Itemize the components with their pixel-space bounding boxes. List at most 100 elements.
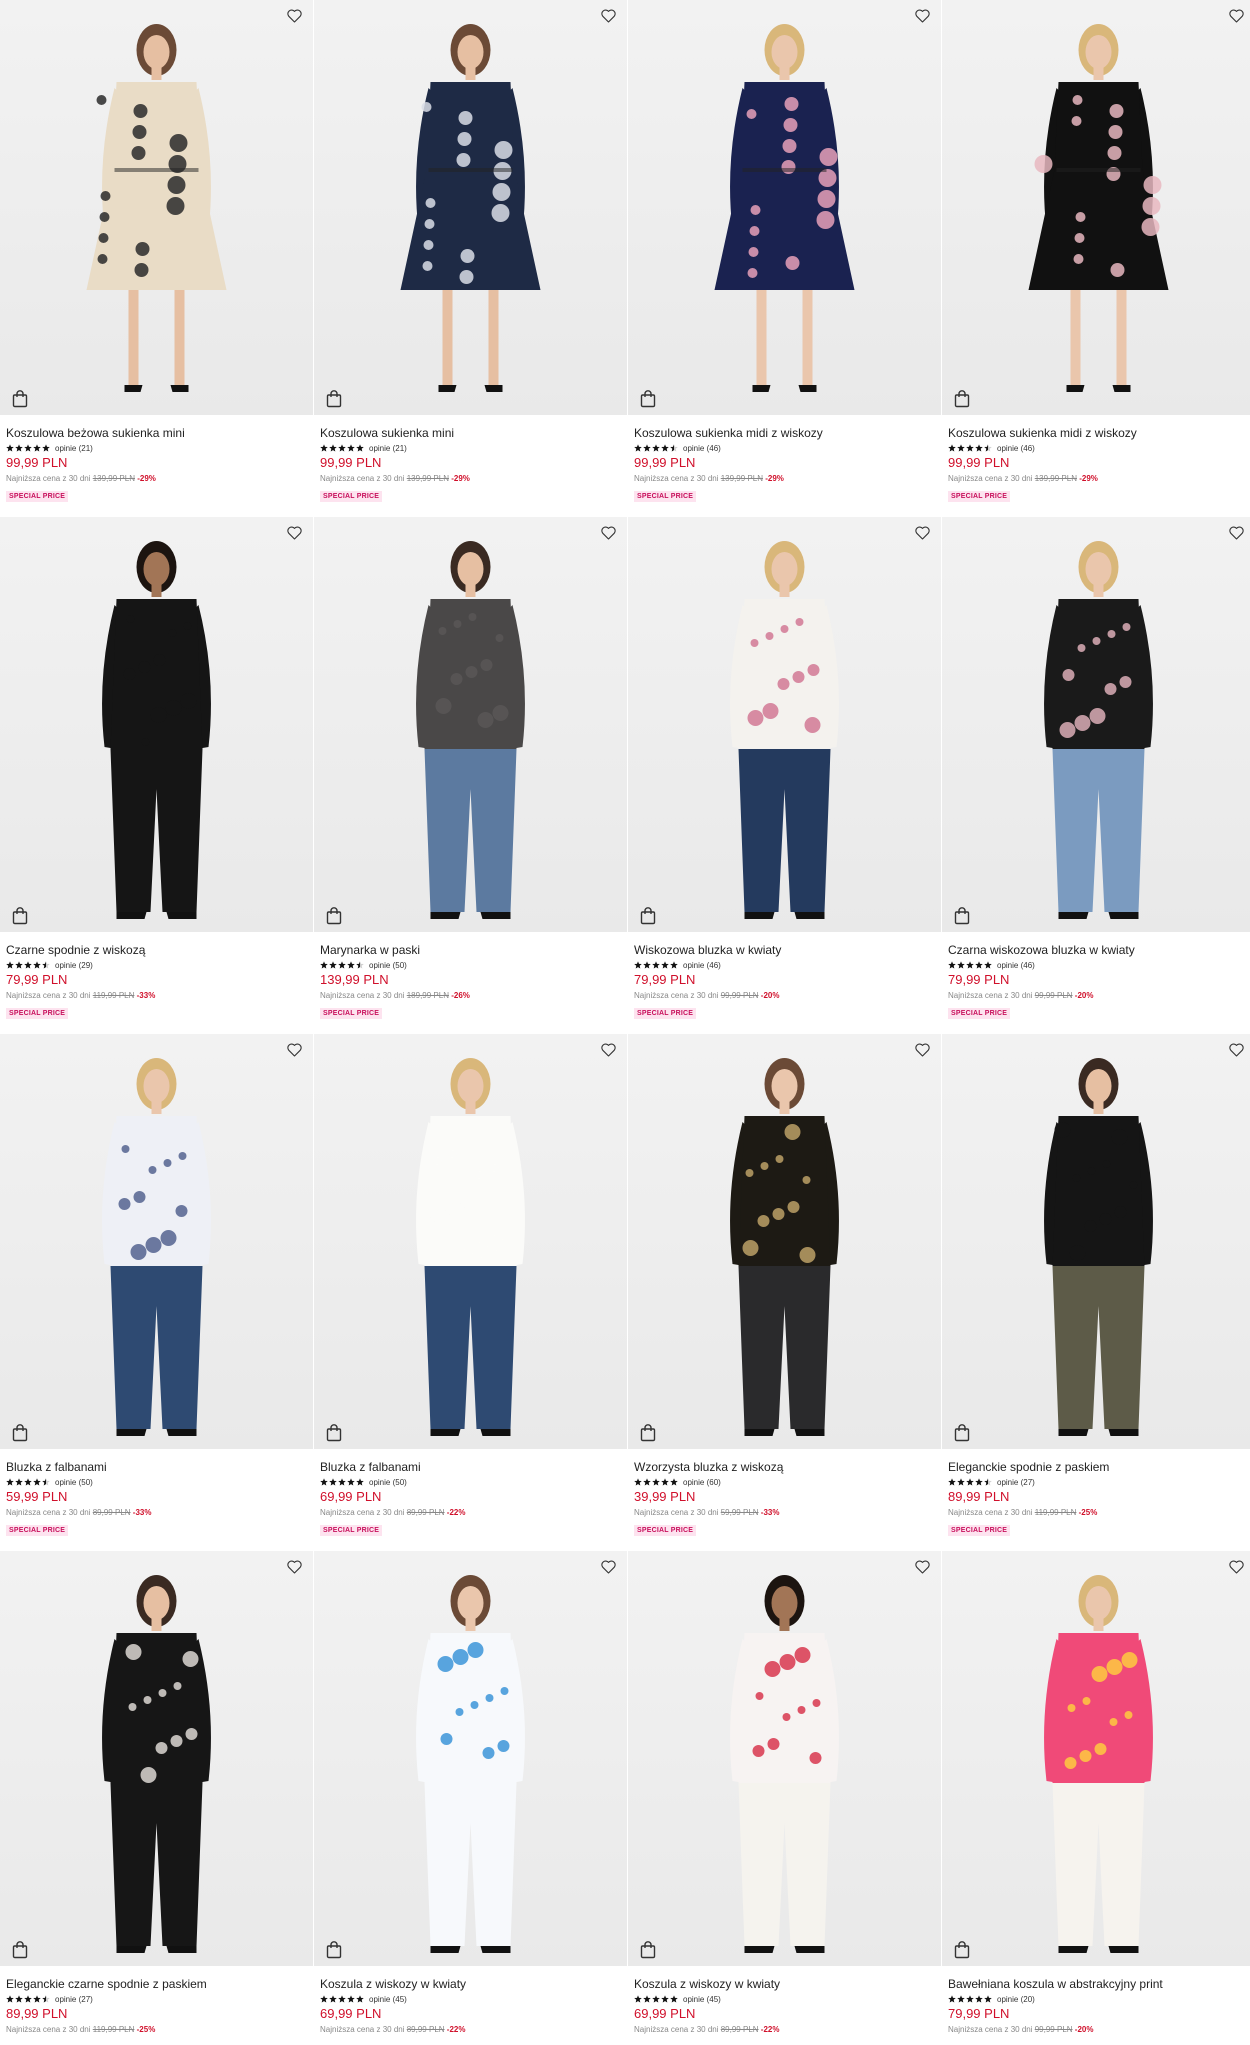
product-card[interactable]: Bluzka z falbanami opinie (50) 59,99 PLN… — [0, 1034, 313, 1551]
product-name[interactable]: Koszula z wiskozy w kwiaty — [634, 1977, 935, 1991]
shopping-bag-icon[interactable] — [326, 390, 342, 408]
product-card[interactable]: Koszula z wiskozy w kwiaty opinie (45) 6… — [314, 1551, 627, 2045]
product-name[interactable]: Bluzka z falbanami — [6, 1460, 307, 1474]
product-card[interactable]: Eleganckie czarne spodnie z paskiem opin… — [0, 1551, 313, 2045]
product-card[interactable]: Eleganckie spodnie z paskiem opinie (27)… — [942, 1034, 1250, 1551]
product-info: Koszulowa beżowa sukienka mini opinie (2… — [0, 415, 313, 503]
rating: opinie (27) — [6, 1993, 307, 2005]
model-photo — [1028, 24, 1168, 392]
lowest-price-label: Najniższa cena z 30 dni — [948, 2025, 1033, 2034]
product-image[interactable] — [314, 517, 627, 932]
product-name[interactable]: Koszulowa sukienka mini — [320, 426, 621, 440]
shopping-bag-icon[interactable] — [640, 390, 656, 408]
product-card[interactable]: Koszula z wiskozy w kwiaty opinie (45) 6… — [628, 1551, 941, 2045]
product-name[interactable]: Koszulowa beżowa sukienka mini — [6, 426, 307, 440]
product-image[interactable] — [628, 517, 941, 932]
star-icon — [948, 1995, 956, 2003]
product-image[interactable] — [942, 1551, 1250, 1966]
product-name[interactable]: Marynarka w paski — [320, 943, 621, 957]
shopping-bag-icon[interactable] — [326, 907, 342, 925]
special-price-badge: SPECIAL PRICE — [634, 1008, 697, 1019]
product-name[interactable]: Bawełniana koszula w abstrakcyjny print — [948, 1977, 1249, 1991]
old-price: 119,99 PLN — [92, 991, 135, 1000]
product-card[interactable]: Koszulowa beżowa sukienka mini opinie (2… — [0, 0, 313, 517]
heart-icon[interactable] — [912, 523, 932, 541]
product-card[interactable]: Wzorzysta bluzka z wiskozą opinie (60) 3… — [628, 1034, 941, 1551]
product-card[interactable]: Czarna wiskozowa bluzka w kwiaty opinie … — [942, 517, 1250, 1034]
product-name[interactable]: Koszulowa sukienka midi z wiskozy — [634, 426, 935, 440]
model-photo — [729, 1058, 839, 1436]
shopping-bag-icon[interactable] — [640, 1424, 656, 1442]
product-image[interactable] — [0, 1034, 313, 1449]
lowest-price-label: Najniższa cena z 30 dni — [948, 1508, 1033, 1517]
lowest-price-info: Najniższa cena z 30 dni 139,99 PLN -29% — [320, 473, 621, 485]
product-name[interactable]: Eleganckie czarne spodnie z paskiem — [6, 1977, 307, 1991]
shopping-bag-icon[interactable] — [954, 907, 970, 925]
product-image[interactable] — [628, 0, 941, 415]
heart-icon[interactable] — [598, 1040, 618, 1058]
heart-icon[interactable] — [1226, 1557, 1246, 1575]
product-image[interactable] — [942, 0, 1250, 415]
shopping-bag-icon[interactable] — [12, 907, 28, 925]
product-card[interactable]: Koszulowa sukienka midi z wiskozy opinie… — [628, 0, 941, 517]
heart-icon[interactable] — [912, 1040, 932, 1058]
star-icon — [652, 444, 660, 452]
product-image[interactable] — [314, 1034, 627, 1449]
product-image[interactable] — [0, 0, 313, 415]
product-image[interactable] — [628, 1551, 941, 1966]
star-icon — [984, 961, 992, 969]
star-icon — [957, 444, 965, 452]
product-card[interactable]: Bluzka z falbanami opinie (50) 69,99 PLN… — [314, 1034, 627, 1551]
shopping-bag-icon[interactable] — [954, 1424, 970, 1442]
heart-icon[interactable] — [284, 1557, 304, 1575]
product-name[interactable]: Koszulowa sukienka midi z wiskozy — [948, 426, 1249, 440]
heart-icon[interactable] — [912, 6, 932, 24]
heart-icon[interactable] — [912, 1557, 932, 1575]
shopping-bag-icon[interactable] — [640, 907, 656, 925]
heart-icon[interactable] — [284, 523, 304, 541]
product-name[interactable]: Bluzka z falbanami — [320, 1460, 621, 1474]
star-rating — [948, 1478, 992, 1486]
product-card[interactable]: Bawełniana koszula w abstrakcyjny print … — [942, 1551, 1250, 2045]
product-image[interactable] — [942, 1034, 1250, 1449]
heart-icon[interactable] — [284, 1040, 304, 1058]
product-image[interactable] — [314, 1551, 627, 1966]
shopping-bag-icon[interactable] — [12, 390, 28, 408]
shopping-bag-icon[interactable] — [954, 390, 970, 408]
product-image[interactable] — [0, 1551, 313, 1966]
product-card[interactable]: Koszulowa sukienka midi z wiskozy opinie… — [942, 0, 1250, 517]
shopping-bag-icon[interactable] — [640, 1941, 656, 1959]
heart-icon[interactable] — [598, 6, 618, 24]
shopping-bag-icon[interactable] — [954, 1941, 970, 1959]
star-icon — [634, 1478, 642, 1486]
product-card[interactable]: Marynarka w paski opinie (50) 139,99 PLN… — [314, 517, 627, 1034]
lowest-price-info: Najniższa cena z 30 dni 119,99 PLN -25% — [948, 1507, 1249, 1519]
heart-icon[interactable] — [1226, 523, 1246, 541]
heart-icon[interactable] — [284, 6, 304, 24]
product-name[interactable]: Eleganckie spodnie z paskiem — [948, 1460, 1249, 1474]
product-image[interactable] — [942, 517, 1250, 932]
product-name[interactable]: Czarne spodnie z wiskozą — [6, 943, 307, 957]
heart-icon[interactable] — [598, 523, 618, 541]
product-image[interactable] — [628, 1034, 941, 1449]
shopping-bag-icon[interactable] — [12, 1424, 28, 1442]
heart-icon[interactable] — [1226, 1040, 1246, 1058]
product-card[interactable]: Wiskozowa bluzka w kwiaty opinie (46) 79… — [628, 517, 941, 1034]
shopping-bag-icon[interactable] — [326, 1941, 342, 1959]
star-icon — [42, 1995, 50, 2003]
product-name[interactable]: Wzorzysta bluzka z wiskozą — [634, 1460, 935, 1474]
product-name[interactable]: Wiskozowa bluzka w kwiaty — [634, 943, 935, 957]
shopping-bag-icon[interactable] — [326, 1424, 342, 1442]
heart-icon[interactable] — [1226, 6, 1246, 24]
product-name[interactable]: Czarna wiskozowa bluzka w kwiaty — [948, 943, 1249, 957]
heart-icon[interactable] — [598, 1557, 618, 1575]
special-price-badge: SPECIAL PRICE — [634, 1525, 697, 1536]
product-image[interactable] — [0, 517, 313, 932]
product-info: Koszulowa sukienka midi z wiskozy opinie… — [628, 415, 941, 503]
product-card[interactable]: Koszulowa sukienka mini opinie (21) 99,9… — [314, 0, 627, 517]
shopping-bag-icon[interactable] — [12, 1941, 28, 1959]
product-name[interactable]: Koszula z wiskozy w kwiaty — [320, 1977, 621, 1991]
product-image[interactable] — [314, 0, 627, 415]
product-card[interactable]: Czarne spodnie z wiskozą opinie (29) 79,… — [0, 517, 313, 1034]
review-count: opinie (21) — [55, 443, 93, 453]
